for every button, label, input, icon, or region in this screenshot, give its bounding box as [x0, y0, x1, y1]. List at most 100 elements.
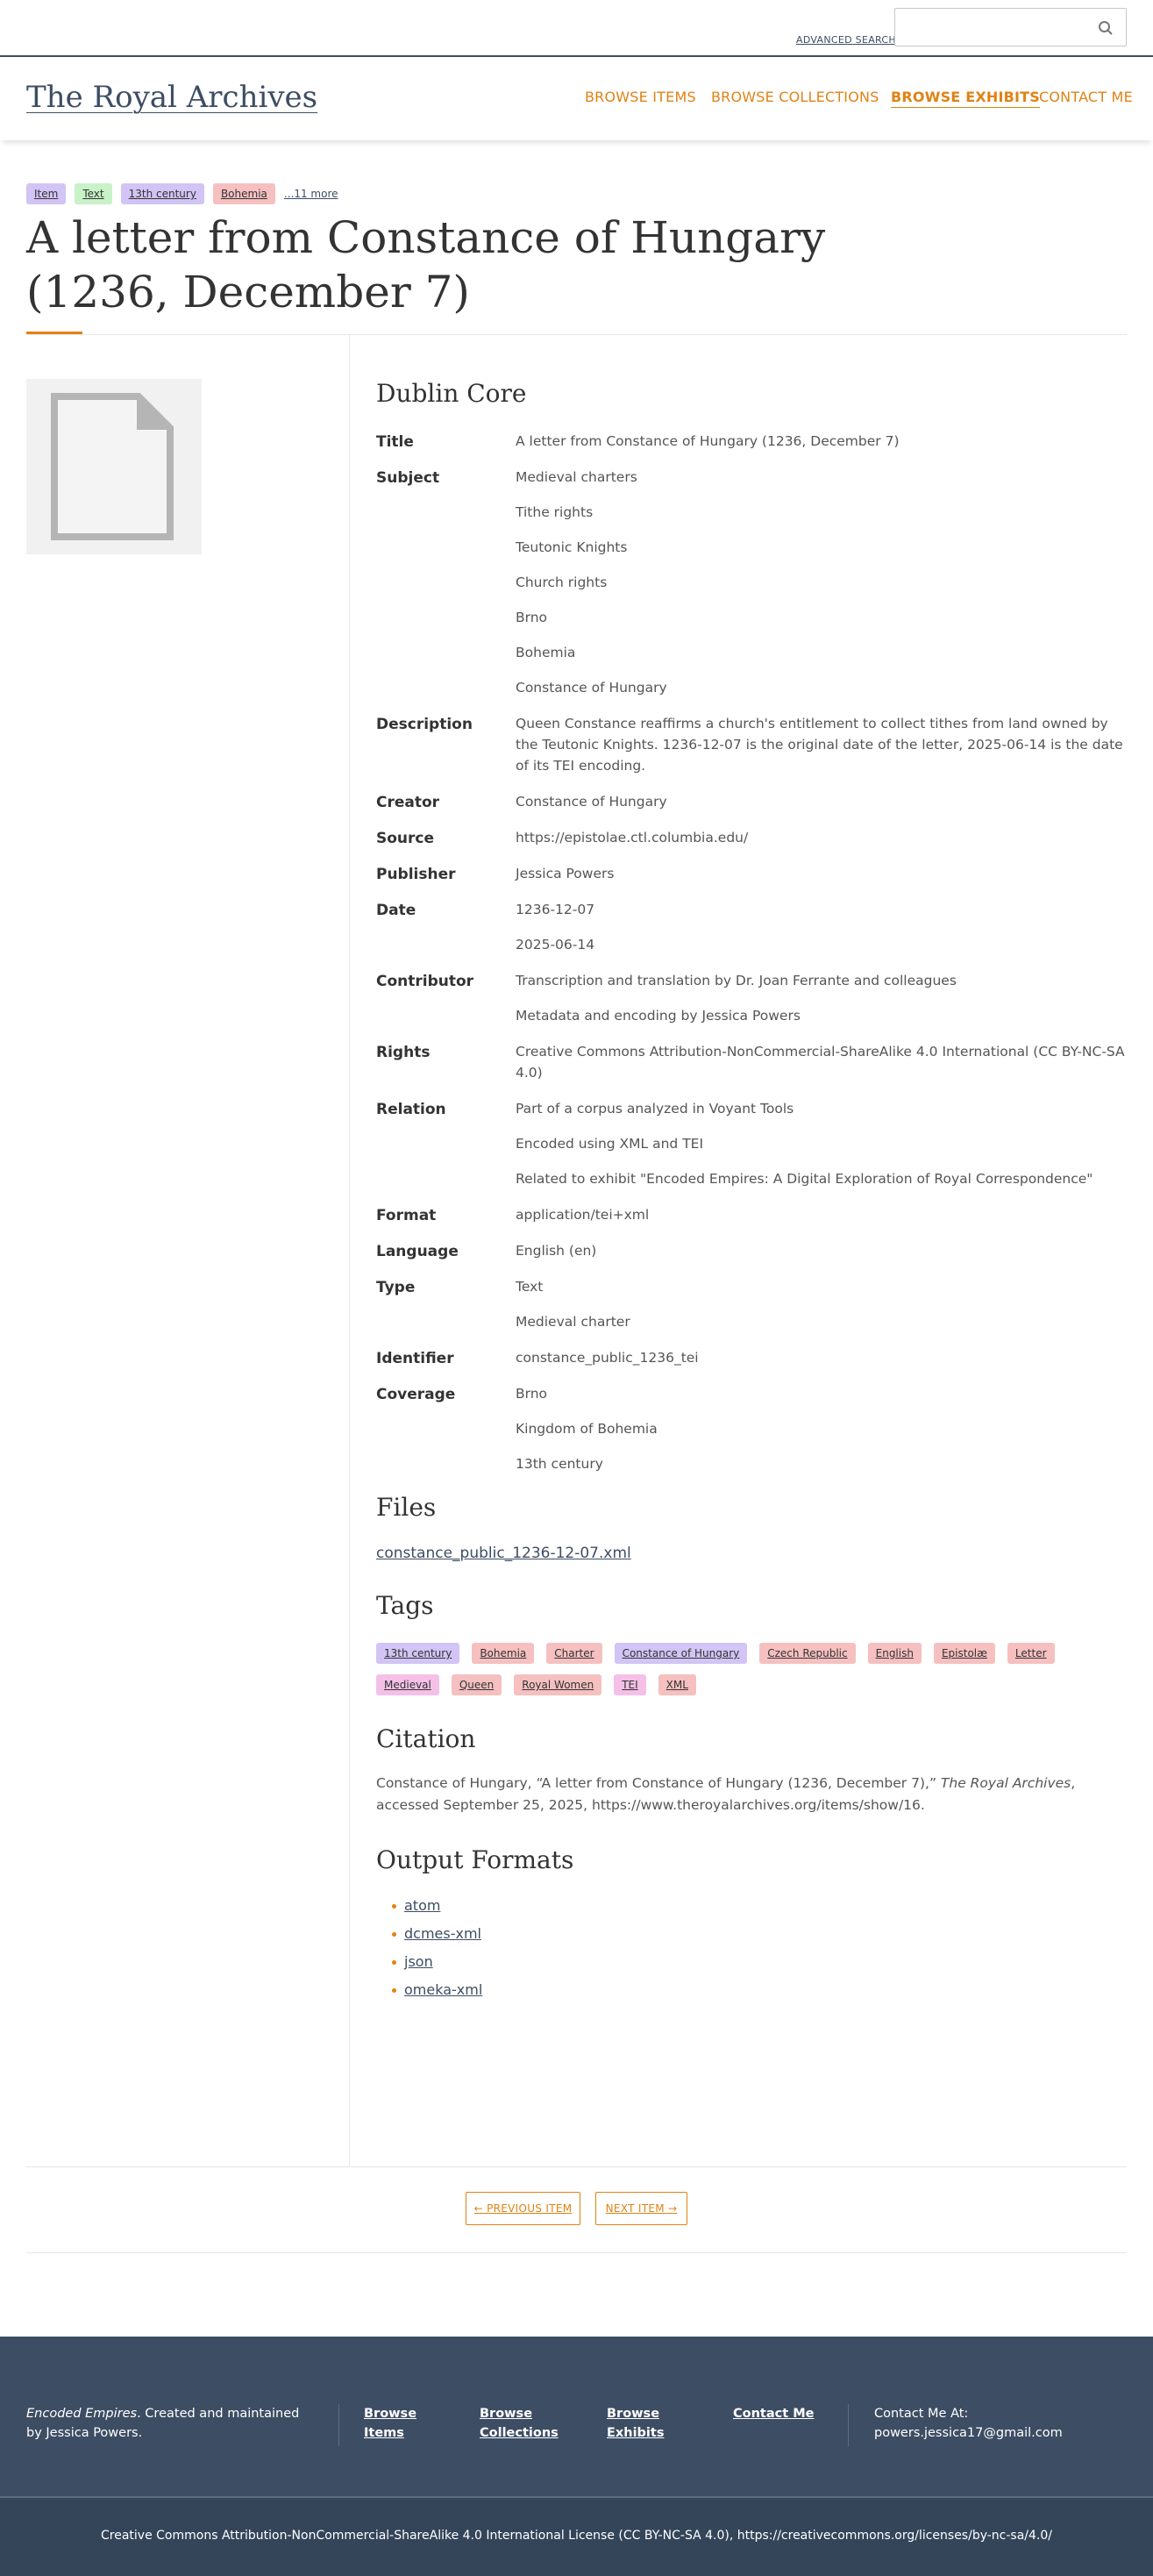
- dc-value: A letter from Constance of Hungary (1236…: [516, 433, 900, 449]
- dc-row-language: Language English (en): [376, 1240, 1127, 1261]
- dublin-core-list: Title A letter from Constance of Hungary …: [376, 431, 1127, 1474]
- dc-values: English (en): [516, 1240, 1127, 1261]
- output-formats-heading: Output Formats: [376, 1845, 574, 1874]
- dc-value: Medieval charters: [516, 469, 637, 485]
- footer-about: Encoded Empires. Created and maintained …: [26, 2404, 316, 2443]
- dc-value: Jessica Powers: [516, 866, 615, 881]
- item-tag-row: Item Text 13th century Bohemia ...11 mor…: [26, 183, 338, 204]
- search-input[interactable]: [894, 8, 1127, 46]
- item-content: Dublin Core Title A letter from Constance…: [376, 379, 1127, 2004]
- tag-link[interactable]: Queen: [451, 1674, 502, 1695]
- pagination-bottom-divider: [26, 2252, 1127, 2253]
- item-tag[interactable]: Text: [75, 183, 112, 204]
- dc-values: application/tei+xml: [516, 1204, 1127, 1225]
- dc-label: Description: [376, 716, 473, 733]
- dc-value: Metadata and encoding by Jessica Powers: [516, 1008, 801, 1024]
- output-format-link[interactable]: omeka-xml: [404, 1981, 482, 1998]
- tag-link[interactable]: Letter: [1007, 1643, 1055, 1664]
- item-tag[interactable]: 13th century: [120, 183, 204, 204]
- output-format-link[interactable]: atom: [404, 1897, 440, 1914]
- dc-label: Relation: [376, 1101, 446, 1118]
- tag-link[interactable]: Royal Women: [514, 1674, 602, 1695]
- dc-value: constance_public_1236_tei: [516, 1350, 699, 1366]
- dc-values: Jessica Powers: [516, 863, 1127, 884]
- footer-rule: [0, 2496, 1153, 2498]
- tag-link[interactable]: Medieval: [376, 1674, 439, 1695]
- footer-contact-label: Contact Me At:: [874, 2407, 969, 2421]
- dc-row-type: Type Text Medieval charter: [376, 1276, 1127, 1332]
- tag-link[interactable]: 13th century: [376, 1643, 460, 1664]
- item-tag[interactable]: Bohemia: [212, 183, 275, 204]
- dc-values: Part of a corpus analyzed in Voyant Tool…: [516, 1098, 1127, 1189]
- footer-contact: Contact Me At: powers.jessica17@gmail.co…: [874, 2404, 1063, 2443]
- output-format-link[interactable]: json: [404, 1953, 433, 1970]
- file-link[interactable]: constance_public_1236-12-07.xml: [376, 1545, 631, 1562]
- more-tags-link[interactable]: ...11 more: [284, 188, 338, 200]
- dc-row-subject: Subject Medieval charters Tithe rights Teut…: [376, 467, 1127, 698]
- site-title[interactable]: The Royal Archives: [26, 80, 317, 115]
- advanced-search-link[interactable]: ADVANCED SEARCH: [796, 34, 896, 46]
- dc-label: Contributor: [376, 973, 474, 990]
- top-bar: ADVANCED SEARCH: [0, 0, 1153, 57]
- footer-about-title: Encoded Empires: [26, 2407, 138, 2421]
- footer-contact-email[interactable]: powers.jessica17@gmail.com: [874, 2423, 1063, 2443]
- dc-value: Transcription and translation by Dr. Joa…: [516, 973, 957, 988]
- dc-value: Bohemia: [516, 645, 576, 660]
- document-icon: [51, 393, 174, 540]
- dc-label: Publisher: [376, 866, 456, 883]
- dc-row-publisher: Publisher Jessica Powers: [376, 863, 1127, 884]
- tag-link[interactable]: Bohemia: [472, 1643, 535, 1664]
- tag-link[interactable]: English: [867, 1643, 922, 1664]
- nav-browse-items[interactable]: BROWSE ITEMS: [585, 89, 696, 105]
- site-header: The Royal Archives BROWSE ITEMS BROWSE C…: [0, 57, 1153, 140]
- dc-value: Church rights: [516, 574, 608, 590]
- dc-row-source: Source https://epistolae.ctl.columbia.edu…: [376, 827, 1127, 848]
- output-format-link[interactable]: dcmes-xml: [404, 1925, 481, 1942]
- dc-value: Constance of Hungary: [516, 794, 667, 810]
- dc-label: Type: [376, 1279, 416, 1296]
- dc-label: Source: [376, 830, 435, 847]
- tag-link[interactable]: TEI: [614, 1674, 646, 1695]
- search-icon[interactable]: [1098, 20, 1114, 36]
- dc-label: Language: [376, 1243, 459, 1260]
- footer-link-browse-collections[interactable]: Browse Collections: [480, 2404, 567, 2443]
- dc-value: 13th century: [516, 1456, 603, 1472]
- citation-text: Constance of Hungary, “A letter from Con…: [376, 1773, 1127, 1816]
- dc-values: constance_public_1236_tei: [516, 1347, 1127, 1368]
- dc-row-date: Date 1236-12-07 2025-06-14: [376, 899, 1127, 955]
- dc-label: Identifier: [376, 1350, 454, 1367]
- tag-link[interactable]: Epistolæ: [933, 1643, 995, 1664]
- title-divider: [26, 334, 1127, 335]
- dc-row-coverage: Coverage Brno Kingdom of Bohemia 13th centu…: [376, 1383, 1127, 1474]
- tag-link[interactable]: Constance of Hungary: [614, 1643, 748, 1664]
- site-footer: Encoded Empires. Created and maintained …: [0, 2337, 1153, 2576]
- dublin-core-heading: Dublin Core: [376, 379, 527, 408]
- previous-item-button[interactable]: ← PREVIOUS ITEM: [466, 2192, 580, 2225]
- tag-list: 13th century Bohemia Charter Constance of H…: [376, 1643, 1104, 1695]
- nav-contact-me[interactable]: CONTACT ME: [1039, 89, 1133, 105]
- tag-link[interactable]: Czech Republic: [759, 1643, 856, 1664]
- dc-row-description: Description Queen Constance reaffirms a c…: [376, 713, 1127, 776]
- item-thumbnail[interactable]: [26, 379, 202, 554]
- nav-browse-collections[interactable]: BROWSE COLLECTIONS: [711, 89, 879, 105]
- citation-heading: Citation: [376, 1724, 476, 1753]
- nav-browse-exhibits[interactable]: BROWSE EXHIBITS: [891, 89, 1040, 105]
- footer-link-contact-me[interactable]: Contact Me: [733, 2404, 829, 2423]
- dc-value: Tithe rights: [516, 504, 594, 520]
- tag-link[interactable]: XML: [658, 1674, 696, 1695]
- dc-values: A letter from Constance of Hungary (1236…: [516, 431, 1127, 452]
- footer-link-browse-items[interactable]: Browse Items: [364, 2404, 452, 2443]
- next-item-button[interactable]: NEXT ITEM →: [595, 2192, 687, 2225]
- dc-label: Coverage: [376, 1386, 456, 1403]
- dc-value: Part of a corpus analyzed in Voyant Tool…: [516, 1101, 794, 1117]
- output-format-item: omeka-xml: [376, 1976, 1127, 2004]
- tag-link[interactable]: Charter: [546, 1643, 602, 1664]
- footer-link-browse-exhibits[interactable]: Browse Exhibits: [607, 2404, 677, 2443]
- pagination-top-divider: [26, 2166, 1127, 2167]
- dc-value: application/tei+xml: [516, 1207, 650, 1223]
- dc-value: Constance of Hungary: [516, 680, 667, 696]
- dc-values: Transcription and translation by Dr. Joa…: [516, 970, 1127, 1026]
- citation-source-title: The Royal Archives: [940, 1775, 1071, 1791]
- dc-label: Date: [376, 902, 416, 919]
- item-tag[interactable]: Item: [26, 183, 67, 204]
